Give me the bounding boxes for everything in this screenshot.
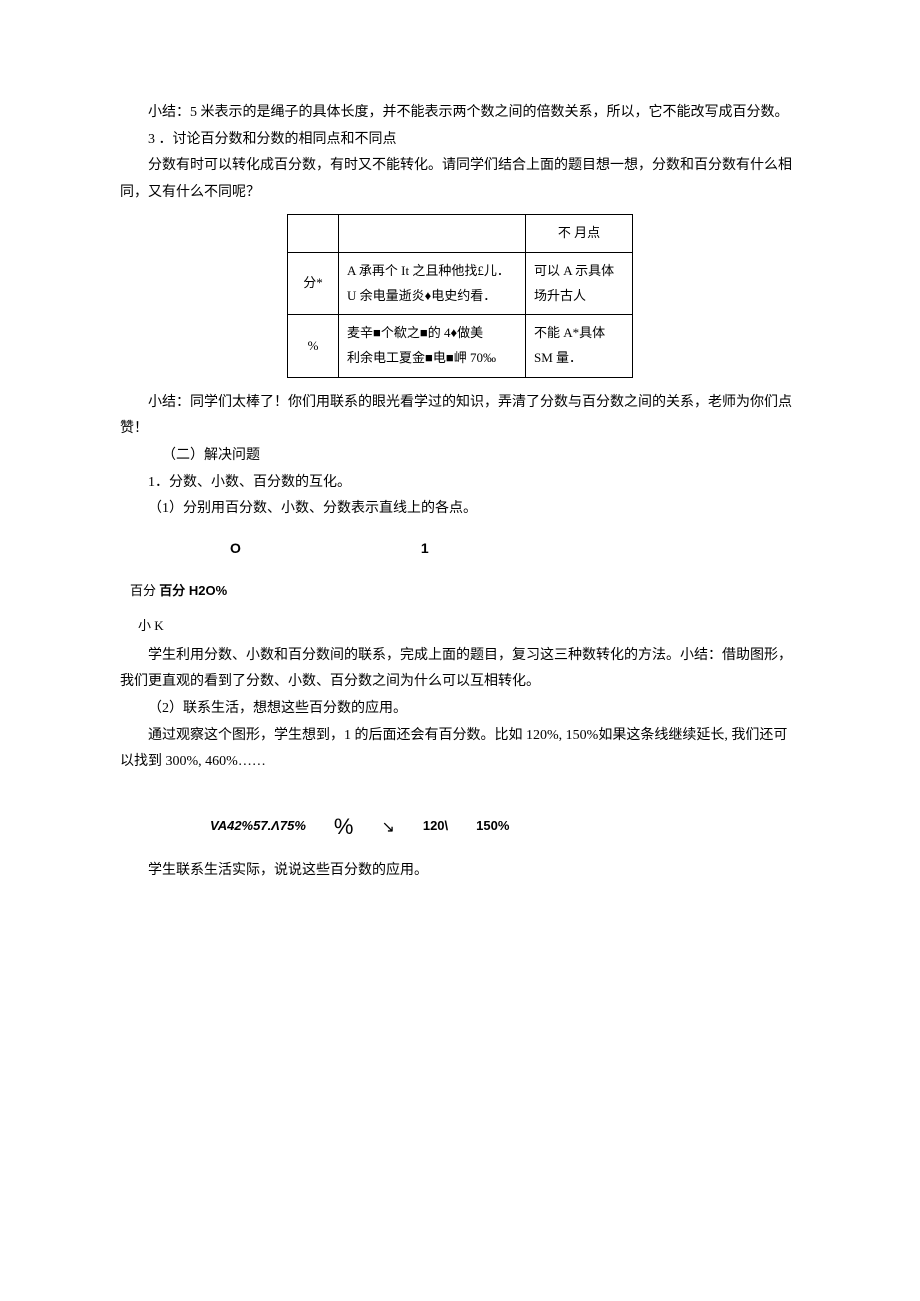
table-row: 分* A 承再个 It 之且种他找£儿．U 余电量逝炎♦电史约看． 可以 A 示… xyxy=(288,253,633,315)
percent-seq-d: 150% xyxy=(476,814,509,839)
table-cell xyxy=(288,215,339,253)
percent-seq-a: VA42%57.Λ75% xyxy=(210,814,306,839)
table-cell: 分* xyxy=(288,253,339,315)
table-cell: % xyxy=(288,315,339,377)
paragraph-11: 学生联系生活实际，说说这些百分数的应用。 xyxy=(120,858,800,885)
axis-point-o: O xyxy=(230,535,241,562)
paragraph-summary-1: 小结：5 米表示的是绳子的具体长度，并不能表示两个数之间的倍数关系，所以，它不能… xyxy=(120,100,800,127)
axis-point-1: 1 xyxy=(421,535,429,562)
arrow-icon: ↘ xyxy=(381,813,394,843)
percent-symbol-icon: % xyxy=(334,806,354,848)
label-percent: 百分 百分 H2O% xyxy=(130,579,800,604)
comparison-table: 不 月点 分* A 承再个 It 之且种他找£儿．U 余电量逝炎♦电史约看． 可… xyxy=(287,214,633,377)
percent-sequence: VA42%57.Λ75% % ↘ 120\ 150% xyxy=(210,802,800,844)
paragraph-10: 通过观察这个图形，学生想到，1 的后面还会有百分数。比如 120%, 150%如… xyxy=(120,723,800,776)
heading-item-1: 1．分数、小数、百分数的互化。 xyxy=(120,470,800,497)
table-cell xyxy=(339,215,526,253)
table-cell: 麦辛■个欷之■的 4♦做美利余电工夏金■电■岬 70‰ xyxy=(339,315,526,377)
heading-subitem-2: （2）联系生活，想想这些百分数的应用。 xyxy=(120,696,800,723)
table-cell: 不 月点 xyxy=(526,215,633,253)
heading-subitem-1: （1）分别用百分数、小数、分数表示直线上的各点。 xyxy=(120,496,800,523)
table-row: 不 月点 xyxy=(288,215,633,253)
table-cell: 可以 A 示具体场升古人 xyxy=(526,253,633,315)
heading-section-2: （二）解决问题 xyxy=(120,443,800,470)
label-small-k: 小 K xyxy=(138,614,800,639)
table-row: % 麦辛■个欷之■的 4♦做美利余电工夏金■电■岬 70‰ 不能 A*具体SM … xyxy=(288,315,633,377)
table-cell: 不能 A*具体SM 量． xyxy=(526,315,633,377)
paragraph-summary-2: 小结：同学们太棒了！你们用联系的眼光看学过的知识，弄清了分数与百分数之间的关系，… xyxy=(120,390,800,443)
percent-seq-c: 120\ xyxy=(423,814,448,839)
label-percent-text: 百分 H2O% xyxy=(159,583,227,598)
heading-3-discussion: 3 ．讨论百分数和分数的相同点和不同点 xyxy=(120,127,800,154)
table-cell: A 承再个 It 之且种他找£儿．U 余电量逝炎♦电史约看． xyxy=(339,253,526,315)
paragraph-8: 学生利用分数、小数和百分数间的联系，完成上面的题目，复习这三种数转化的方法。小结… xyxy=(120,643,800,696)
paragraph-intro: 分数有时可以转化成百分数，有时又不能转化。请同学们结合上面的题目想一想，分数和百… xyxy=(120,153,800,206)
axis-row: O 1 xyxy=(230,535,800,562)
